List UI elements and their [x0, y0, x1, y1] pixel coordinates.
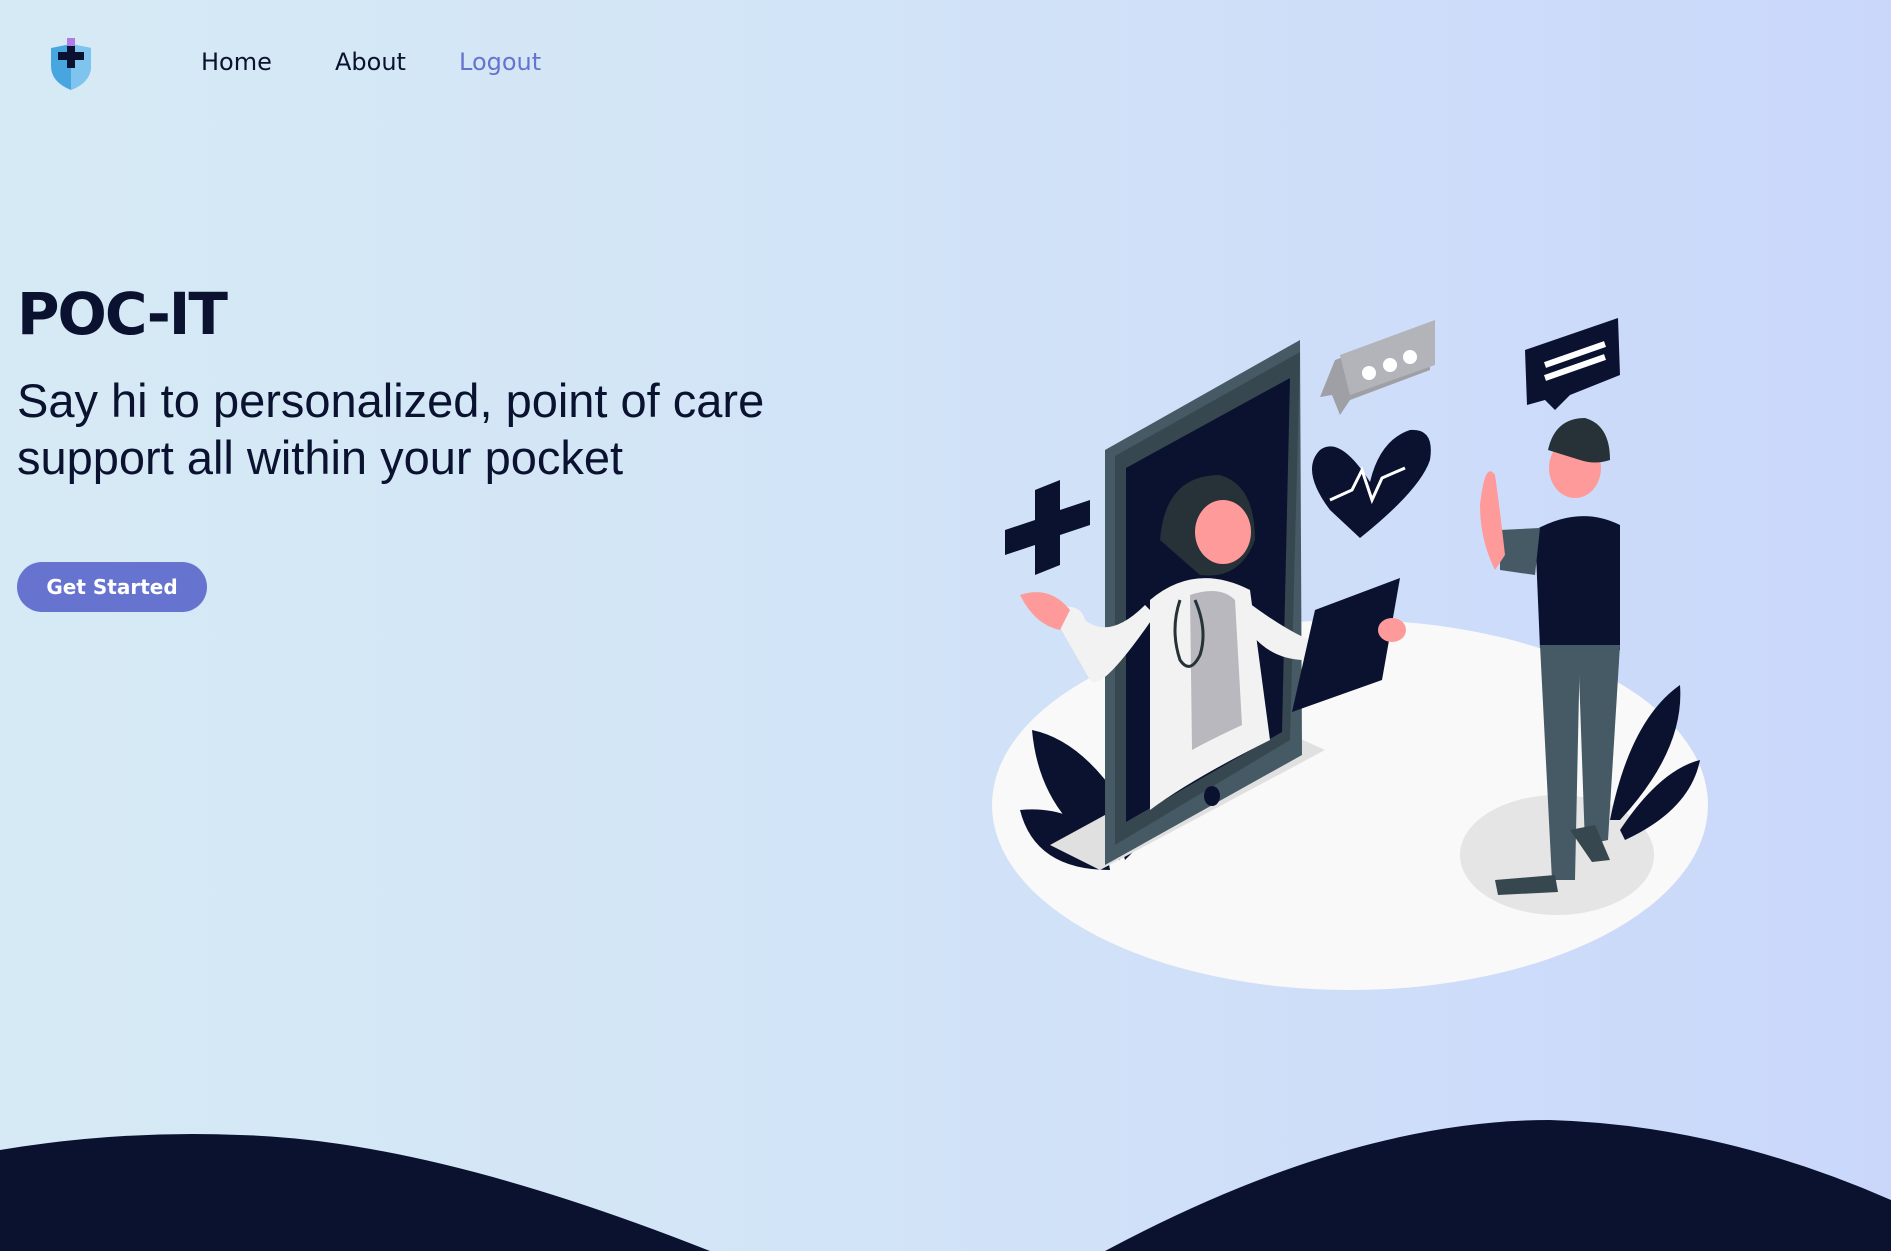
bottom-wave	[0, 1120, 1891, 1251]
page-title: POC-IT	[17, 280, 228, 348]
get-started-button[interactable]: Get Started	[17, 562, 207, 612]
message-bubble-icon	[1525, 318, 1620, 410]
chat-bubble-dots-icon	[1320, 320, 1435, 415]
medical-cross-icon	[1005, 480, 1090, 575]
nav-link-logout[interactable]: Logout	[459, 48, 541, 76]
telehealth-illustration	[992, 318, 1708, 990]
nav-link-home[interactable]: Home	[201, 48, 272, 76]
top-nav: Home About Logout	[0, 0, 1891, 125]
shield-plus-icon[interactable]	[48, 38, 94, 92]
hero-subtitle: Say hi to personalized, point of care su…	[17, 374, 765, 484]
nav-link-about[interactable]: About	[335, 48, 406, 76]
heart-pulse-icon	[1312, 429, 1431, 538]
